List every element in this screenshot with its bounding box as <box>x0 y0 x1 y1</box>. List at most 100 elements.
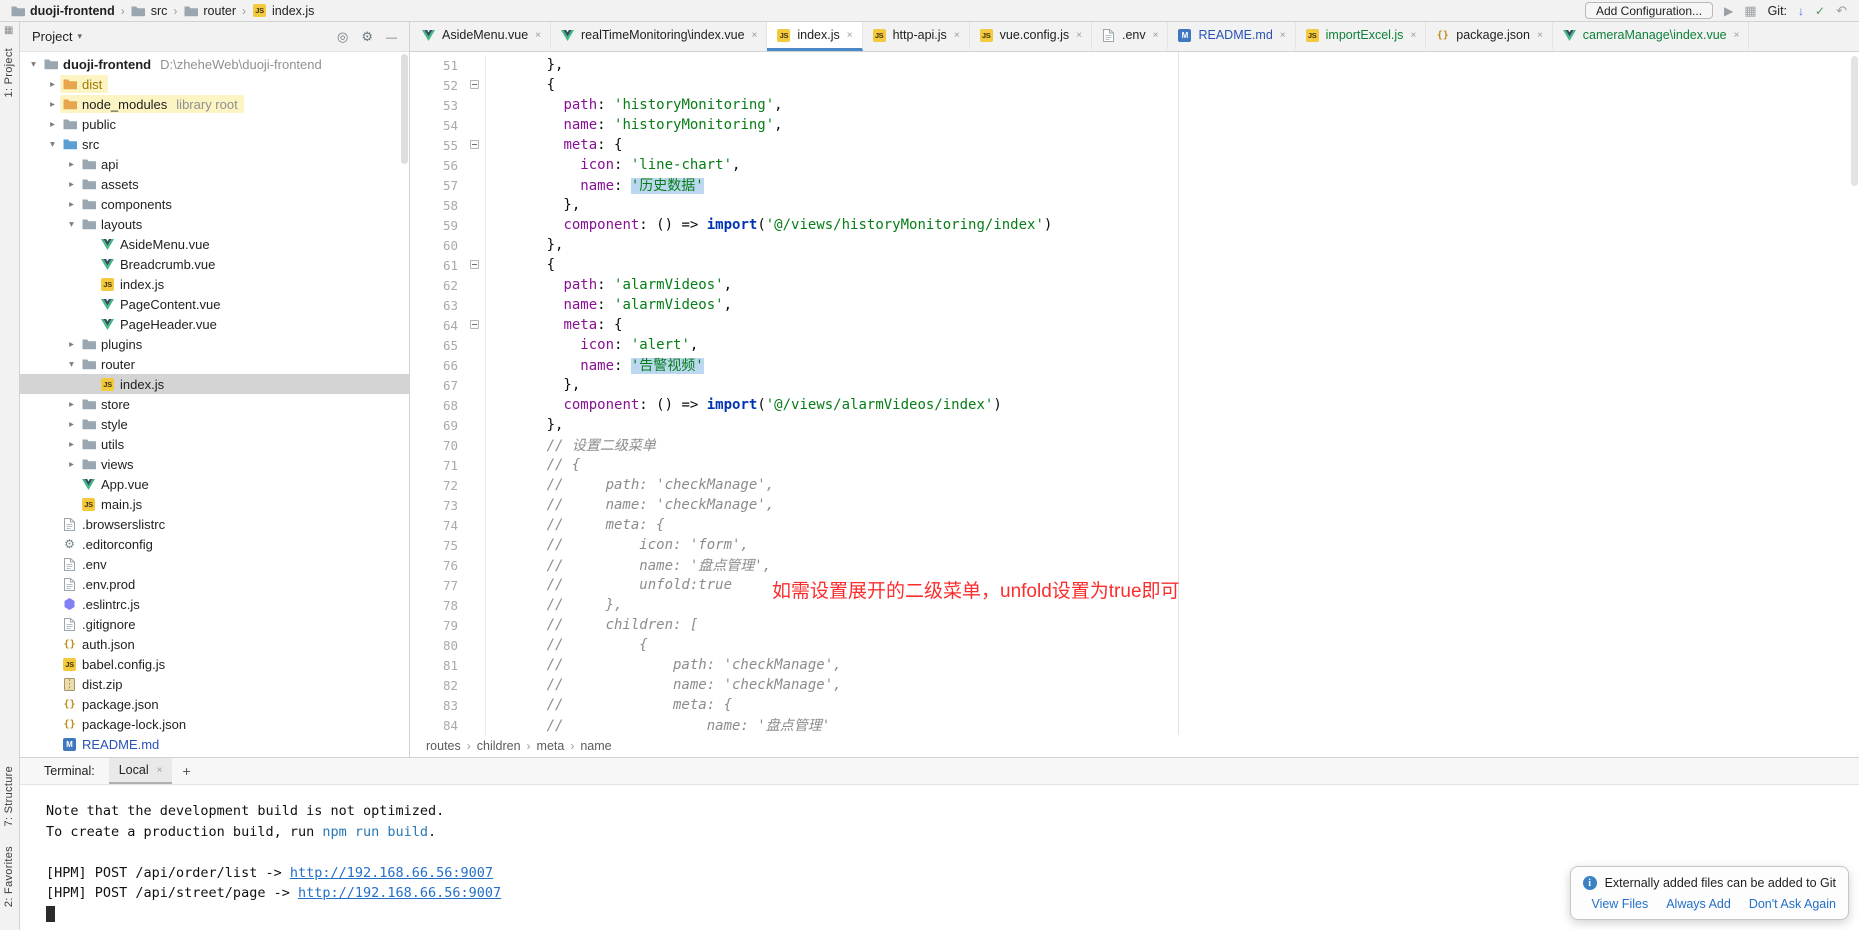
breadcrumb-item[interactable]: router <box>181 4 238 18</box>
line-number[interactable]: 59 <box>410 218 462 233</box>
breadcrumb-item[interactable]: duoji-frontend <box>8 4 117 18</box>
project-panel-title[interactable]: Project <box>32 29 72 44</box>
line-number[interactable]: 72 <box>410 478 462 493</box>
line-number[interactable]: 67 <box>410 378 462 393</box>
tool-windows-icon[interactable] <box>1744 4 1756 17</box>
tree-item[interactable]: ▸api <box>20 154 409 174</box>
tool-window-switcher-icon[interactable] <box>4 25 13 36</box>
new-terminal-icon[interactable] <box>182 763 190 779</box>
stripe-project-button[interactable]: 1: Project <box>3 48 15 97</box>
line-number[interactable]: 62 <box>410 278 462 293</box>
line-number[interactable]: 76 <box>410 558 462 573</box>
close-icon[interactable]: × <box>1076 30 1082 41</box>
editor-breadcrumb-item[interactable]: name <box>578 739 613 753</box>
tree-item[interactable]: .eslintrc.js <box>20 594 409 614</box>
stripe-favorites-button[interactable]: 2: Favorites <box>3 846 15 907</box>
notification-action[interactable]: Always Add <box>1666 897 1731 911</box>
tree-item[interactable]: ▾duoji-frontendD:\zheheWeb\duoji-fronten… <box>20 54 409 74</box>
tree-item[interactable]: ▸dist <box>20 74 409 94</box>
tree-item[interactable]: dist.zip <box>20 674 409 694</box>
close-icon[interactable]: × <box>1410 30 1416 41</box>
line-number[interactable]: 75 <box>410 538 462 553</box>
tree-item[interactable]: {}package.json <box>20 694 409 714</box>
tree-item[interactable]: ▸style <box>20 414 409 434</box>
tree-item[interactable]: {}package-lock.json <box>20 714 409 734</box>
editor[interactable]: 51 },52 {53 path: 'historyMonitoring',54… <box>410 52 1859 735</box>
line-number[interactable]: 84 <box>410 718 462 733</box>
tree-item[interactable]: JSmain.js <box>20 494 409 514</box>
chevron-down-icon[interactable]: ▾ <box>64 219 79 230</box>
editor-tab[interactable]: AsideMenu.vue× <box>412 22 551 51</box>
line-number[interactable]: 51 <box>410 58 462 73</box>
line-number[interactable]: 81 <box>410 658 462 673</box>
line-number[interactable]: 77 <box>410 578 462 593</box>
tree-item[interactable]: .browserslistrc <box>20 514 409 534</box>
line-number[interactable]: 53 <box>410 98 462 113</box>
editor-tab[interactable]: realTimeMonitoring\index.vue× <box>551 22 767 51</box>
line-number[interactable]: 64 <box>410 318 462 333</box>
locate-file-icon[interactable] <box>337 29 348 45</box>
terminal-link[interactable]: http://192.168.66.56:9007 <box>298 885 501 901</box>
tree-item[interactable]: ▸plugins <box>20 334 409 354</box>
line-number[interactable]: 63 <box>410 298 462 313</box>
editor-tab[interactable]: JShttp-api.js× <box>863 22 970 51</box>
project-tree[interactable]: ▾duoji-frontendD:\zheheWeb\duoji-fronten… <box>20 52 409 757</box>
line-number[interactable]: 54 <box>410 118 462 133</box>
line-number[interactable]: 71 <box>410 458 462 473</box>
line-number[interactable]: 73 <box>410 498 462 513</box>
line-number[interactable]: 56 <box>410 158 462 173</box>
tree-item[interactable]: JSindex.js <box>20 374 409 394</box>
tree-item[interactable]: AsideMenu.vue <box>20 234 409 254</box>
line-number[interactable]: 82 <box>410 678 462 693</box>
editor-tab[interactable]: JSindex.js× <box>767 22 862 51</box>
gear-icon[interactable] <box>361 29 373 45</box>
chevron-right-icon[interactable]: ▸ <box>64 439 79 450</box>
editor-breadcrumb-item[interactable]: children <box>475 739 523 753</box>
chevron-down-icon[interactable]: ▾ <box>26 59 41 70</box>
editor-tab[interactable]: JSvue.config.js× <box>970 22 1092 51</box>
tree-item[interactable]: ▸store <box>20 394 409 414</box>
fold-marker-icon[interactable] <box>470 320 479 329</box>
line-number[interactable]: 57 <box>410 178 462 193</box>
close-icon[interactable]: × <box>1280 30 1286 41</box>
fold-marker-icon[interactable] <box>470 80 479 89</box>
tree-item[interactable]: ▾layouts <box>20 214 409 234</box>
chevron-down-icon[interactable]: ▾ <box>64 359 79 370</box>
breadcrumb-item[interactable]: JSindex.js <box>250 4 316 18</box>
line-number[interactable]: 79 <box>410 618 462 633</box>
line-number[interactable]: 70 <box>410 438 462 453</box>
tree-item[interactable]: {}auth.json <box>20 634 409 654</box>
tree-item[interactable]: ▾router <box>20 354 409 374</box>
line-number[interactable]: 61 <box>410 258 462 273</box>
tree-item[interactable]: ▸utils <box>20 434 409 454</box>
git-commit-icon[interactable] <box>1815 5 1825 17</box>
tree-item[interactable]: JSbabel.config.js <box>20 654 409 674</box>
line-number[interactable]: 80 <box>410 638 462 653</box>
chevron-right-icon[interactable]: ▸ <box>64 179 79 190</box>
hide-panel-icon[interactable] <box>386 29 397 45</box>
tree-item[interactable]: ▸public <box>20 114 409 134</box>
tree-item[interactable]: Breadcrumb.vue <box>20 254 409 274</box>
git-update-icon[interactable] <box>1798 5 1804 17</box>
chevron-right-icon[interactable]: ▸ <box>45 119 60 130</box>
close-icon[interactable]: × <box>752 30 758 41</box>
tree-item[interactable]: MREADME.md <box>20 734 409 754</box>
editor-tab[interactable]: cameraManage\index.vue× <box>1553 22 1750 51</box>
tree-item[interactable]: ▸node_moduleslibrary root <box>20 94 409 114</box>
stripe-structure-button[interactable]: 7: Structure <box>3 766 15 826</box>
tree-item[interactable]: .env.prod <box>20 574 409 594</box>
line-number[interactable]: 83 <box>410 698 462 713</box>
tree-item[interactable]: .gitignore <box>20 614 409 634</box>
editor-tab[interactable]: MREADME.md× <box>1168 22 1295 51</box>
chevron-right-icon[interactable]: ▸ <box>64 459 79 470</box>
terminal-tab-local[interactable]: Local × <box>109 758 173 784</box>
notification-action[interactable]: Don't Ask Again <box>1749 897 1836 911</box>
git-rollback-icon[interactable] <box>1836 4 1847 17</box>
close-icon[interactable]: × <box>1537 30 1543 41</box>
chevron-right-icon[interactable]: ▸ <box>64 419 79 430</box>
line-number[interactable]: 55 <box>410 138 462 153</box>
chevron-right-icon[interactable]: ▸ <box>45 99 60 110</box>
line-number[interactable]: 69 <box>410 418 462 433</box>
close-icon[interactable]: × <box>847 30 853 41</box>
line-number[interactable]: 65 <box>410 338 462 353</box>
